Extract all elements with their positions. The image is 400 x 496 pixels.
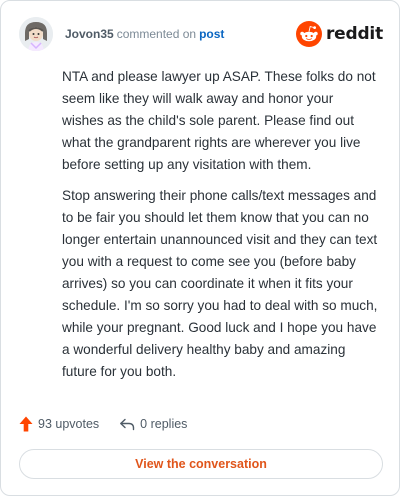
brand-name: reddit	[325, 24, 383, 44]
reddit-snoo-icon	[295, 21, 322, 47]
comment-header: Jovon35 commented on post reddit	[19, 17, 383, 53]
reply-arrow-icon	[120, 418, 135, 431]
view-conversation-button[interactable]: View the conversation	[19, 449, 383, 479]
action-text: commented on	[116, 27, 197, 41]
upvotes-count: 93 upvotes	[38, 417, 100, 431]
comment-paragraph: Stop answering their phone calls/text me…	[62, 188, 378, 379]
upvotes-stat[interactable]: 93 upvotes	[19, 416, 99, 432]
comment-card: Jovon35 commented on post reddit NTA and p…	[0, 0, 400, 496]
replies-stat[interactable]: 0 replies	[119, 417, 187, 431]
reddit-logo[interactable]: reddit	[295, 21, 383, 47]
user-avatar-icon[interactable]	[19, 17, 53, 51]
author-line: Jovon35 commented on post	[65, 27, 224, 41]
replies-count: 0 replies	[140, 417, 188, 431]
upvote-arrow-icon	[19, 416, 33, 432]
comment-paragraph: NTA and please lawyer up ASAP. These fol…	[62, 69, 376, 172]
comment-stats: 93 upvotes 0 replies	[19, 413, 187, 435]
comment-body: NTA and please lawyer up ASAP. These fol…	[62, 66, 378, 392]
post-link[interactable]: post	[199, 27, 224, 41]
author-name[interactable]: Jovon35	[65, 27, 114, 41]
